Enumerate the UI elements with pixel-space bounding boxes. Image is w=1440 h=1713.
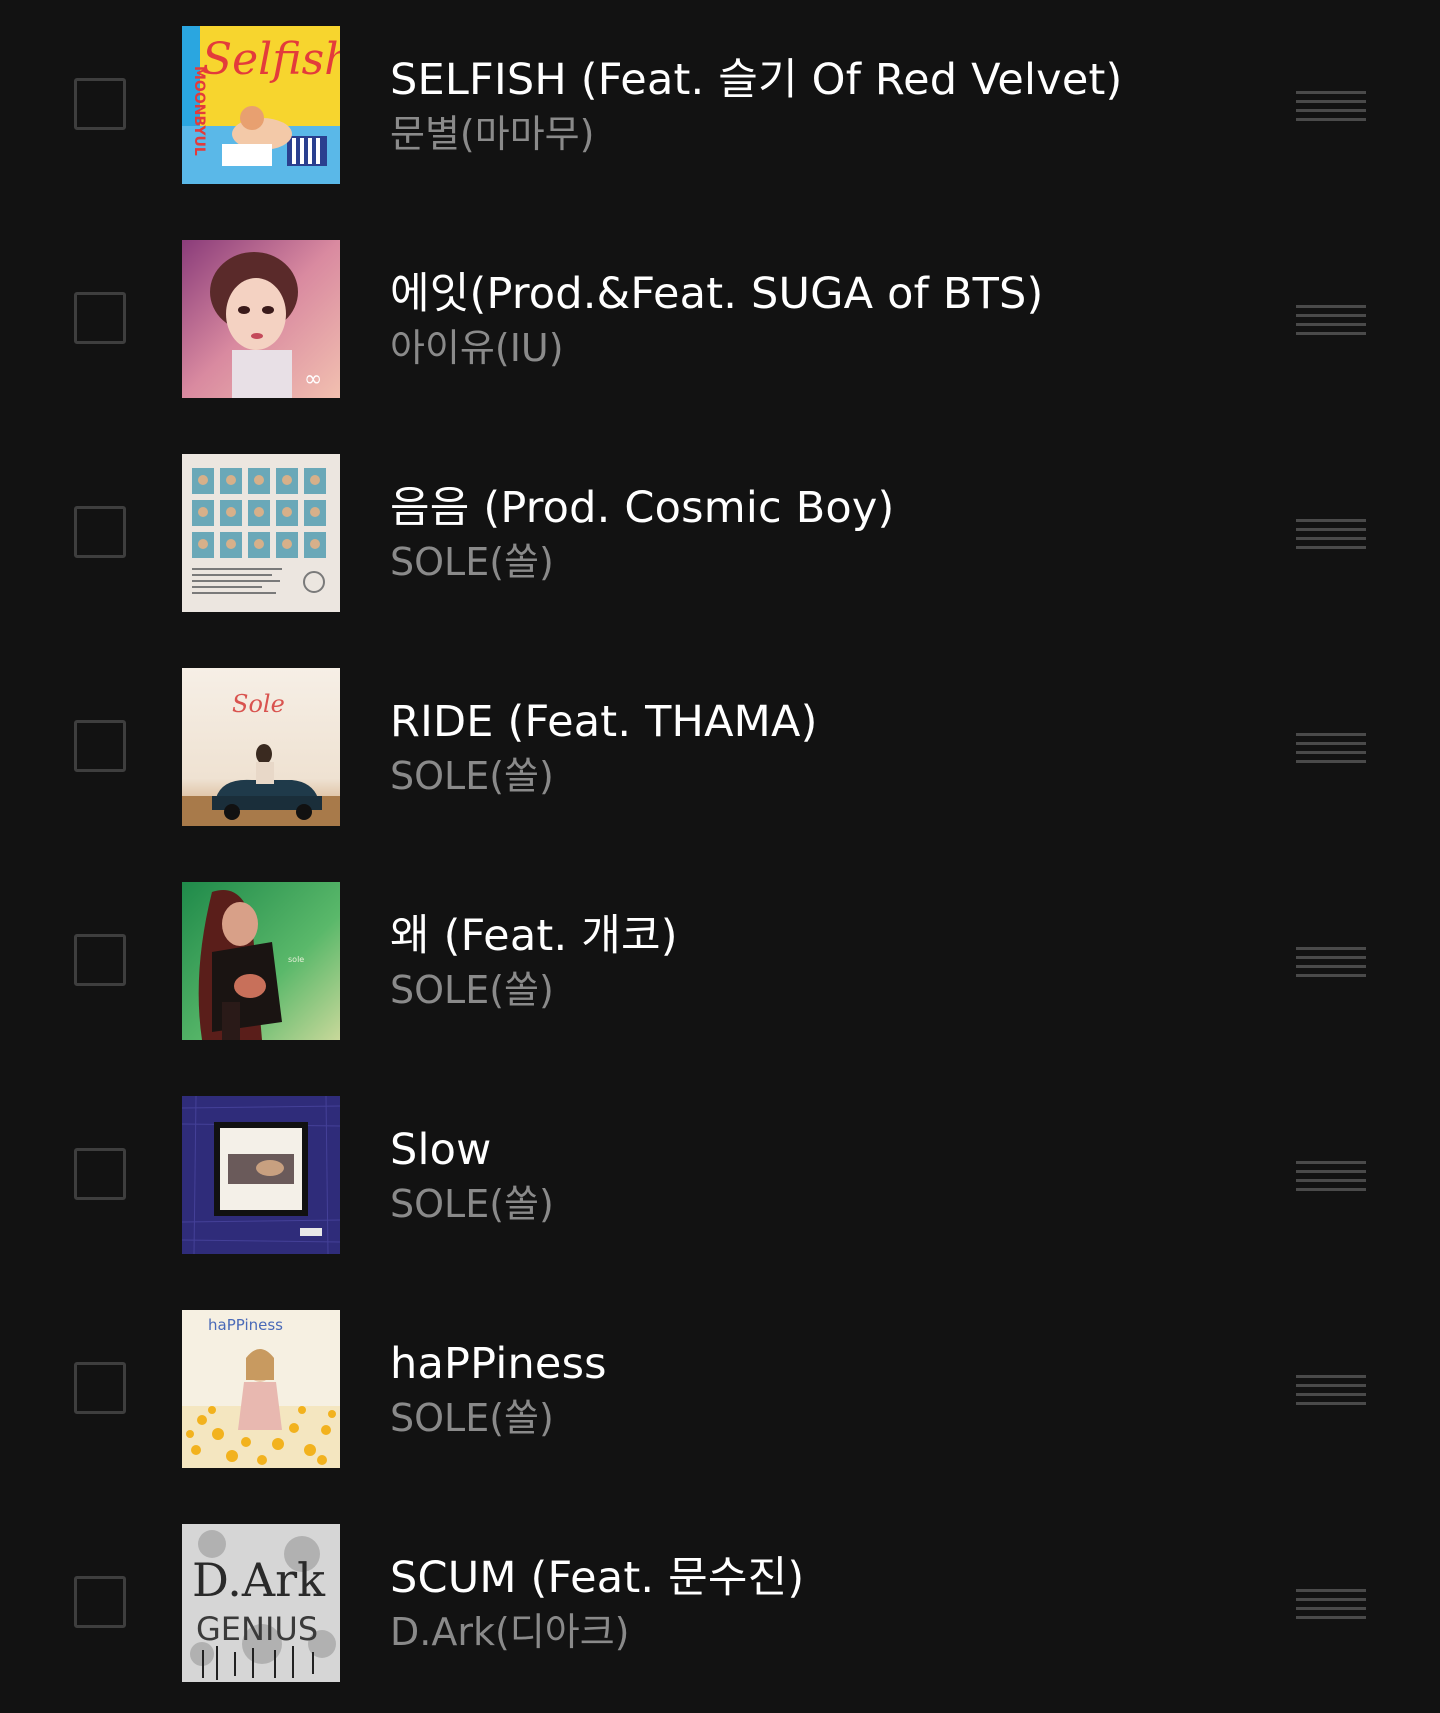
track-title: SELFISH (Feat. 슬기 Of Red Velvet) [390,55,1123,105]
track-row[interactable]: ∞ 에잇(Prod.&Feat. SUGA of BTS) 아이유(IU) [0,214,1440,428]
album-art-happiness[interactable]: haPPiness [182,1310,340,1468]
track-row[interactable]: 음음 (Prod. Cosmic Boy) SOLE(쏠) [0,428,1440,642]
album-art-why[interactable]: sole [182,882,340,1040]
album-art-genius[interactable]: D.Ark GENIUS [182,1524,340,1682]
track-checkbox[interactable] [74,1576,126,1628]
track-checkbox[interactable] [74,292,126,344]
track-title: 음음 (Prod. Cosmic Boy) [390,483,895,533]
track-row[interactable]: Sole RIDE (Feat. THAMA) SOLE(쏠) [0,642,1440,856]
drag-handle-icon[interactable] [1296,947,1366,977]
track-artist: D.Ark(디아크) [390,1610,630,1654]
track-checkbox[interactable] [74,1362,126,1414]
track-artist: 문별(마마무) [390,112,595,156]
album-art-eight[interactable]: ∞ [182,240,340,398]
track-row[interactable]: D.Ark GENIUS SCUM (Feat. 문수진) D.Ark(디아크) [0,1498,1440,1712]
track-row[interactable]: Selfish MOONBYUL SELFISH (Feat. 슬기 Of Re… [0,0,1440,214]
drag-handle-icon[interactable] [1296,91,1366,121]
svg-text:∞: ∞ [304,367,322,392]
drag-handle-icon[interactable] [1296,305,1366,335]
track-title: 에잇(Prod.&Feat. SUGA of BTS) [390,269,1044,319]
track-artist: SOLE(쏠) [390,968,554,1012]
track-title: 왜 (Feat. 개코) [390,911,678,961]
track-artist: SOLE(쏠) [390,540,554,584]
track-artist: 아이유(IU) [390,326,564,370]
album-art-text: Sole [232,690,285,718]
track-checkbox[interactable] [74,934,126,986]
track-artist: SOLE(쏠) [390,1182,554,1226]
track-checkbox[interactable] [74,78,126,130]
album-art-text: D.Ark [192,1553,326,1607]
album-art-mmm[interactable] [182,454,340,612]
drag-handle-icon[interactable] [1296,733,1366,763]
album-art-slow[interactable] [182,1096,340,1254]
track-checkbox[interactable] [74,720,126,772]
track-title: SCUM (Feat. 문수진) [390,1553,805,1603]
track-title: haPPiness [390,1339,607,1389]
drag-handle-icon[interactable] [1296,519,1366,549]
album-art-text: haPPiness [208,1316,283,1334]
album-art-side-text: MOONBYUL [191,66,207,156]
album-art-selfish[interactable]: Selfish MOONBYUL [182,26,340,184]
track-row[interactable]: haPPiness haPPiness SOLE(쏠) [0,1284,1440,1498]
drag-handle-icon[interactable] [1296,1375,1366,1405]
track-list: Selfish MOONBYUL SELFISH (Feat. 슬기 Of Re… [0,0,1440,1713]
svg-text:sole: sole [288,955,304,964]
track-checkbox[interactable] [74,506,126,558]
album-art-sub-text: GENIUS [196,1610,318,1648]
album-art-text: Selfish [202,34,340,85]
track-row[interactable]: sole 왜 (Feat. 개코) SOLE(쏠) [0,856,1440,1070]
album-art-ride[interactable]: Sole [182,668,340,826]
track-title: Slow [390,1125,492,1175]
drag-handle-icon[interactable] [1296,1161,1366,1191]
drag-handle-icon[interactable] [1296,1589,1366,1619]
track-title: RIDE (Feat. THAMA) [390,697,818,747]
track-row[interactable]: Slow SOLE(쏠) [0,1070,1440,1284]
track-artist: SOLE(쏠) [390,754,554,798]
track-checkbox[interactable] [74,1148,126,1200]
track-artist: SOLE(쏠) [390,1396,554,1440]
